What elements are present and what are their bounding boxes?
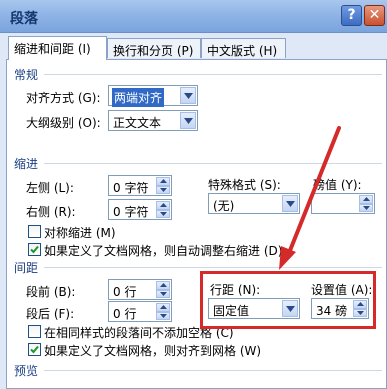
help-icon: ? [347,7,356,23]
checkmark-icon [30,245,39,254]
tab-indent-spacing[interactable]: 缩进和间距 (I) [8,36,107,60]
special-indent-value: (无) [213,199,235,213]
special-indent-select[interactable]: (无) [208,193,300,214]
help-button[interactable]: ? [341,5,362,26]
auto-adjust-right-indent-label: 如果定义了文档网格，则自动调整右缩进 (D) [44,244,283,258]
tab-indent-spacing-label: 缩进和间距 (I) [14,42,91,56]
outline-level-select[interactable]: 正文文本 [108,110,198,131]
spinner-arrows-icon[interactable] [156,281,170,298]
left-indent-label: 左侧 (L): [26,181,74,195]
spin-up[interactable] [156,281,170,290]
chevron-down-icon[interactable] [282,195,298,212]
space-before-value: 0 行 [113,285,137,299]
general-divider [44,74,382,75]
title-bar: 段落 ? ✕ [0,0,387,33]
spin-up[interactable] [359,195,373,204]
space-before-label: 段前 (B): [26,285,76,299]
outline-level-label: 大纲级别 (O): [26,116,101,130]
checkmark-icon [30,345,39,354]
spin-down[interactable] [359,203,373,212]
indent-by-label: 磅值 (Y): [313,178,362,192]
spinner-arrows-icon[interactable] [359,195,373,212]
right-indent-input[interactable]: 0 字符 [108,199,172,220]
spin-up[interactable] [156,177,170,186]
tab-line-page-breaks-label: 换行和分页 (P) [113,44,194,58]
no-space-same-style-checkbox[interactable] [28,325,41,338]
left-indent-input[interactable]: 0 字符 [108,175,172,196]
indent-by-input[interactable] [311,193,375,214]
spinner-arrows-icon[interactable] [156,201,170,218]
mirror-indents-label: 对称缩进 (M) [44,226,116,240]
spacing-heading: 间距 [14,261,39,275]
close-icon: ✕ [368,7,381,23]
window-title: 段落 [10,11,38,27]
space-after-input[interactable]: 0 行 [108,301,172,322]
tab-line-page-breaks[interactable]: 换行和分页 (P) [107,38,201,58]
spin-down[interactable] [156,209,170,218]
chevron-down-icon[interactable] [180,87,196,104]
alignment-value: 两端对齐 [112,88,165,107]
spin-up[interactable] [156,201,170,210]
general-heading: 常规 [14,68,39,82]
close-button[interactable]: ✕ [364,5,385,26]
snap-to-grid-label: 如果定义了文档网格，则对齐到网格 (W) [44,344,262,358]
left-indent-value: 0 字符 [113,181,149,195]
preview-heading: 预览 [14,364,39,378]
right-indent-label: 右侧 (R): [26,205,76,219]
alignment-select[interactable]: 两端对齐 [108,85,198,107]
outline-level-value: 正文文本 [113,116,162,130]
snap-to-grid-checkbox[interactable] [28,343,41,356]
spinner-arrows-icon[interactable] [156,303,170,320]
right-indent-value: 0 字符 [113,205,149,219]
auto-adjust-right-indent-checkbox[interactable] [28,243,41,256]
space-after-value: 0 行 [113,307,137,321]
spinner-arrows-icon[interactable] [156,177,170,194]
space-after-label: 段后 (F): [26,307,75,321]
space-before-input[interactable]: 0 行 [108,279,172,300]
spin-down[interactable] [156,311,170,320]
annotation-highlight-box [200,271,376,329]
spin-down[interactable] [156,185,170,194]
indent-divider [44,163,382,164]
spin-up[interactable] [156,303,170,312]
alignment-label: 对齐方式 (G): [26,91,101,105]
chevron-down-icon[interactable] [180,112,196,129]
tab-asian-typography-label: 中文版式 (H) [207,44,278,58]
tab-asian-typography[interactable]: 中文版式 (H) [201,38,286,58]
mirror-indents-checkbox[interactable] [28,225,41,238]
preview-divider [44,370,382,371]
spin-down[interactable] [156,289,170,298]
indent-heading: 缩进 [14,157,39,171]
special-indent-label: 特殊格式 (S): [208,178,281,192]
spacing-divider [44,267,382,268]
